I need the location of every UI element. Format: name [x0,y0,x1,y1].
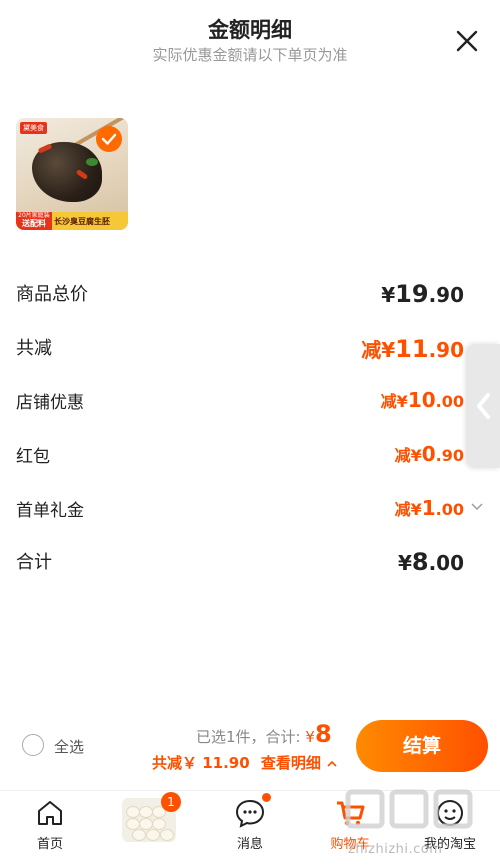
row-total-price: 商品总价 ¥19.90 [16,280,484,310]
watermark-text: zhizhizhi.com [348,842,443,857]
selection-summary: 已选1件，合计: ¥8 [196,720,332,748]
brand-tag: 黛美食 [20,122,47,134]
red-packet-value: 减¥0.90 [394,442,464,466]
discount-text: 共减￥ 11.90 [152,754,250,772]
header: 金额明细 实际优惠金额请以下单页为准 [0,0,500,80]
selected-text: 已选1件，合计: [196,728,301,746]
home-icon [38,801,62,825]
message-icon [235,799,265,828]
row-red-packet: 红包 减¥0.90 [16,442,484,472]
leaf-graphic [86,158,98,166]
first-order-value: 减¥1.00 [394,496,464,520]
product-image[interactable]: 黛美食 20片家庭装 送配料 长沙臭豆腐生胚 [16,118,128,230]
discount-total-label: 共减 [16,338,52,359]
row-sum: 合计 ¥8.00 [16,548,484,578]
discount-total-value: 减¥11.90 [361,335,464,363]
first-order-label: 首单礼金 [16,501,84,521]
select-all-label[interactable]: 全选 [54,736,84,757]
image-badge: 20片家庭装 送配料 [16,212,52,230]
discount-line[interactable]: 共减￥ 11.90 查看明细 [152,752,338,773]
shop-coupon-label: 店铺优惠 [16,393,84,413]
row-shop-coupon: 店铺优惠 减¥10.00 [16,388,484,418]
tab-home[interactable]: 首页 [10,791,90,867]
close-button[interactable] [454,28,480,54]
chevron-down-icon[interactable] [470,500,484,514]
total-value: 8 [314,720,332,748]
sum-label: 合计 [16,552,52,573]
red-packet-label: 红包 [16,447,50,467]
view-detail-link[interactable]: 查看明细 [261,754,321,772]
chevron-up-icon [327,760,337,767]
shop-coupon-value: 减¥10.00 [380,388,464,412]
messages-unread-dot [262,793,271,802]
selected-check-icon [96,126,122,152]
tab-messages-label: 消息 [236,837,263,852]
page-title: 金额明细 [208,18,292,42]
page-subtitle: 实际优惠金额请以下单页为准 [152,46,348,64]
row-discount-total: 共减 减¥11.90 [16,334,484,364]
chevron-left-icon [477,393,490,419]
close-icon [456,30,478,52]
total-currency: ¥ [305,728,315,746]
row-first-order[interactable]: 首单礼金 减¥1.00 [16,496,484,526]
select-all-radio[interactable] [22,734,44,756]
cart-icon [337,801,365,826]
tab-messages[interactable]: 消息 [210,791,290,867]
total-price-value: ¥19.90 [381,280,464,308]
tab-home-label: 首页 [36,837,63,852]
checkout-button[interactable]: 结算 [356,720,488,772]
profile-icon [437,800,463,826]
side-drawer-tab[interactable] [468,344,500,468]
total-price-label: 商品总价 [16,284,88,305]
image-product-name: 长沙臭豆腐生胚 [54,217,110,226]
sum-value: ¥8.00 [397,548,464,576]
promo-count-badge: 1 [161,792,181,812]
